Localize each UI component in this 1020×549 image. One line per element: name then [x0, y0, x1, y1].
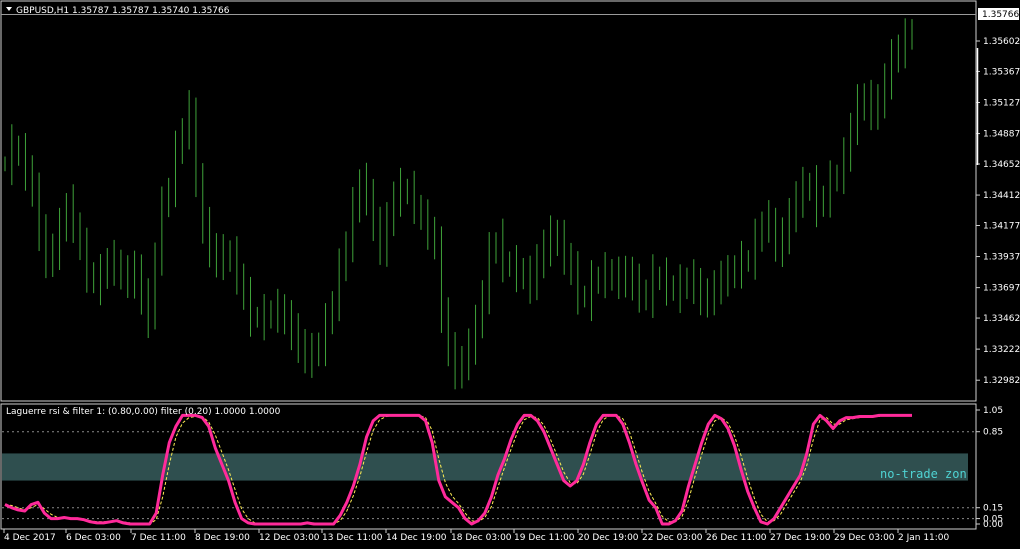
indicator-title: Laguerre rsi & filter 1: (0.80,0.00) fil…	[6, 407, 281, 417]
no-trade-zone	[2, 453, 968, 481]
indicator-tick-label: 0.00	[983, 520, 1003, 530]
time-tick-label: 7 Dec 11:00	[131, 533, 186, 543]
chart-title: GBPUSD,H1 1.35787 1.35787 1.35740 1.3576…	[16, 6, 230, 16]
time-tick-label: 14 Dec 19:00	[386, 533, 447, 543]
time-tick-label: 22 Dec 03:00	[642, 533, 703, 543]
time-tick-label: 19 Dec 11:00	[514, 533, 575, 543]
price-tick-label: 1.32982	[983, 376, 1020, 386]
indicator-tick-label: 0.85	[983, 428, 1003, 438]
price-tick-label: 1.34652	[983, 160, 1020, 170]
time-tick-label: 6 Dec 03:00	[66, 533, 121, 543]
time-tick-label: 26 Dec 11:00	[706, 533, 767, 543]
price-tick-label: 1.34177	[983, 221, 1020, 231]
time-tick-label: 8 Dec 19:00	[195, 533, 250, 543]
indicator-tick-label: 0.15	[983, 504, 1003, 514]
time-tick-label: 2 Jan 11:00	[898, 533, 950, 543]
time-tick-label: 27 Dec 19:00	[770, 533, 831, 543]
indicator-panel: no-trade zon Laguerre rsi & filter 1: (0…	[0, 403, 1003, 530]
price-tick-label: 1.34887	[983, 130, 1020, 140]
price-badge-text: 1.35766	[982, 10, 1019, 20]
time-tick-label: 20 Dec 19:00	[578, 533, 639, 543]
time-tick-label: 29 Dec 03:00	[834, 533, 895, 543]
price-tick-label: 1.33222	[983, 345, 1020, 355]
indicator-tick-label: 1.05	[983, 406, 1003, 416]
price-tick-label: 1.33697	[983, 284, 1020, 294]
price-panel: GBPUSD,H1 1.35787 1.35787 1.35740 1.3576…	[0, 0, 1020, 402]
trading-chart: GBPUSD,H1 1.35787 1.35787 1.35740 1.3576…	[0, 0, 1020, 543]
price-tick-label: 1.33937	[983, 253, 1020, 263]
price-tick-label: 1.35127	[983, 98, 1020, 108]
time-tick-label: 4 Dec 2017	[4, 533, 56, 543]
chart-header: GBPUSD,H1 1.35787 1.35787 1.35740 1.3576…	[6, 6, 230, 16]
time-tick-label: 13 Dec 11:00	[322, 533, 383, 543]
price-tick-label: 1.33462	[983, 314, 1020, 324]
price-badge: 1.35766	[978, 8, 1019, 20]
price-tick-label: 1.34412	[983, 191, 1020, 201]
indicator-axis: 1.050.850.150.050.00	[976, 406, 1003, 530]
price-tick-label: 1.35367	[983, 67, 1020, 77]
no-trade-zone-label: no-trade zon	[880, 467, 967, 481]
price-axis: 1.35602 1.35367 1.35127 1.34887 1.34652 1.344…	[976, 37, 1020, 386]
time-tick-label: 12 Dec 03:00	[259, 533, 320, 543]
time-tick-label: 18 Dec 03:00	[451, 533, 512, 543]
time-axis: 4 Dec 2017 6 Dec 03:00 7 Dec 11:00 8 Dec 19…	[3, 529, 950, 543]
price-tick-label: 1.35602	[983, 37, 1020, 47]
